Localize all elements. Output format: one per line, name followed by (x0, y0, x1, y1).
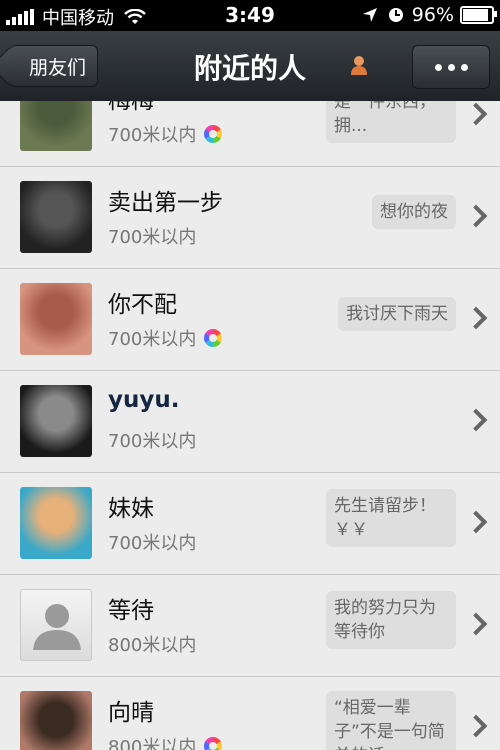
list-item[interactable]: 卖出第一步 700米以内 想你的夜 (0, 167, 500, 269)
status-bar: 中国移动 3:49 96% (0, 0, 500, 31)
avatar[interactable] (20, 181, 92, 253)
list-item[interactable]: 妹妹 700米以内 先生请留步！￥￥ (0, 473, 500, 575)
avatar[interactable] (20, 283, 92, 355)
distance-text: 700米以内 (108, 533, 197, 554)
battery-icon (460, 6, 497, 24)
more-button[interactable] (412, 45, 490, 89)
user-name: 向晴 (108, 700, 154, 726)
distance-text: 700米以内 (108, 431, 197, 452)
distance-text: 700米以内 (108, 227, 197, 248)
distance-text: 700米以内 (108, 329, 197, 350)
chevron-right-icon (464, 510, 488, 534)
user-name: 你不配 (108, 292, 177, 318)
avatar[interactable] (20, 385, 92, 457)
list-item[interactable]: yuyu. 700米以内 (0, 371, 500, 473)
distance-wrap: 700米以内 (108, 325, 223, 351)
chevron-right-icon (464, 612, 488, 636)
user-name: 妹妹 (108, 496, 154, 522)
avatar[interactable] (20, 101, 92, 151)
user-name: 卖出第一步 (108, 190, 223, 216)
battery-percent: 96% (411, 4, 454, 26)
user-name: yuyu. (108, 387, 180, 413)
clock-icon (388, 8, 403, 22)
default-avatar-icon[interactable] (20, 589, 92, 661)
location-arrow-icon (362, 8, 377, 22)
distance-text: 800米以内 (108, 737, 197, 750)
distance-text: 800米以内 (108, 635, 197, 656)
nearby-people-list: 梅梅700米以内小时候，幸福是一件东西，拥...卖出第一步700米以内想你的夜你… (0, 101, 500, 750)
chevron-right-icon (464, 714, 488, 738)
nav-bar: 朋友们 附近的人 (0, 31, 500, 102)
signature-bubble: 我的努力只为等待你 (326, 591, 456, 649)
chevron-right-icon (464, 102, 488, 126)
album-icon (204, 329, 223, 347)
signature-bubble: 先生请留步！￥￥ (326, 489, 456, 547)
chevron-right-icon (464, 306, 488, 330)
distance-wrap: 700米以内 (108, 529, 196, 555)
more-dot-icon (447, 63, 455, 71)
distance-wrap: 700米以内 (108, 223, 196, 249)
distance-wrap: 700米以内 (108, 427, 196, 453)
chevron-right-icon (464, 204, 488, 228)
avatar[interactable] (20, 487, 92, 559)
user-name: 梅梅 (108, 101, 154, 114)
signature-bubble: 我讨厌下雨天 (338, 297, 456, 331)
distance-wrap: 700米以内 (108, 121, 223, 147)
list-item[interactable]: 向晴 800米以内 “相爱一辈子”不是一句简单的话,... (0, 677, 500, 750)
list-item[interactable]: 等待 800米以内 我的努力只为等待你 (0, 575, 500, 677)
signature-bubble: 想你的夜 (372, 195, 456, 229)
back-button-label: 朋友们 (28, 56, 86, 79)
distance-wrap: 800米以内 (108, 733, 223, 750)
signature-bubble: 小时候，幸福是一件东西，拥... (326, 101, 456, 143)
album-icon (204, 125, 223, 143)
user-name: 等待 (108, 598, 154, 624)
back-button[interactable]: 朋友们 (10, 45, 98, 87)
avatar[interactable] (20, 691, 92, 750)
person-icon (351, 56, 367, 75)
album-icon (204, 737, 223, 750)
list-item[interactable]: 梅梅 700米以内 小时候，幸福是一件东西，拥... (0, 101, 500, 167)
more-dot-icon (434, 63, 442, 71)
chevron-right-icon (464, 408, 488, 432)
distance-wrap: 800米以内 (108, 631, 196, 657)
page-title: 附近的人 (193, 52, 306, 85)
more-dot-icon (460, 63, 468, 71)
distance-text: 700米以内 (108, 125, 197, 146)
signature-bubble: “相爱一辈子”不是一句简单的话,... (326, 691, 456, 750)
list-item[interactable]: 你不配 700米以内 我讨厌下雨天 (0, 269, 500, 371)
